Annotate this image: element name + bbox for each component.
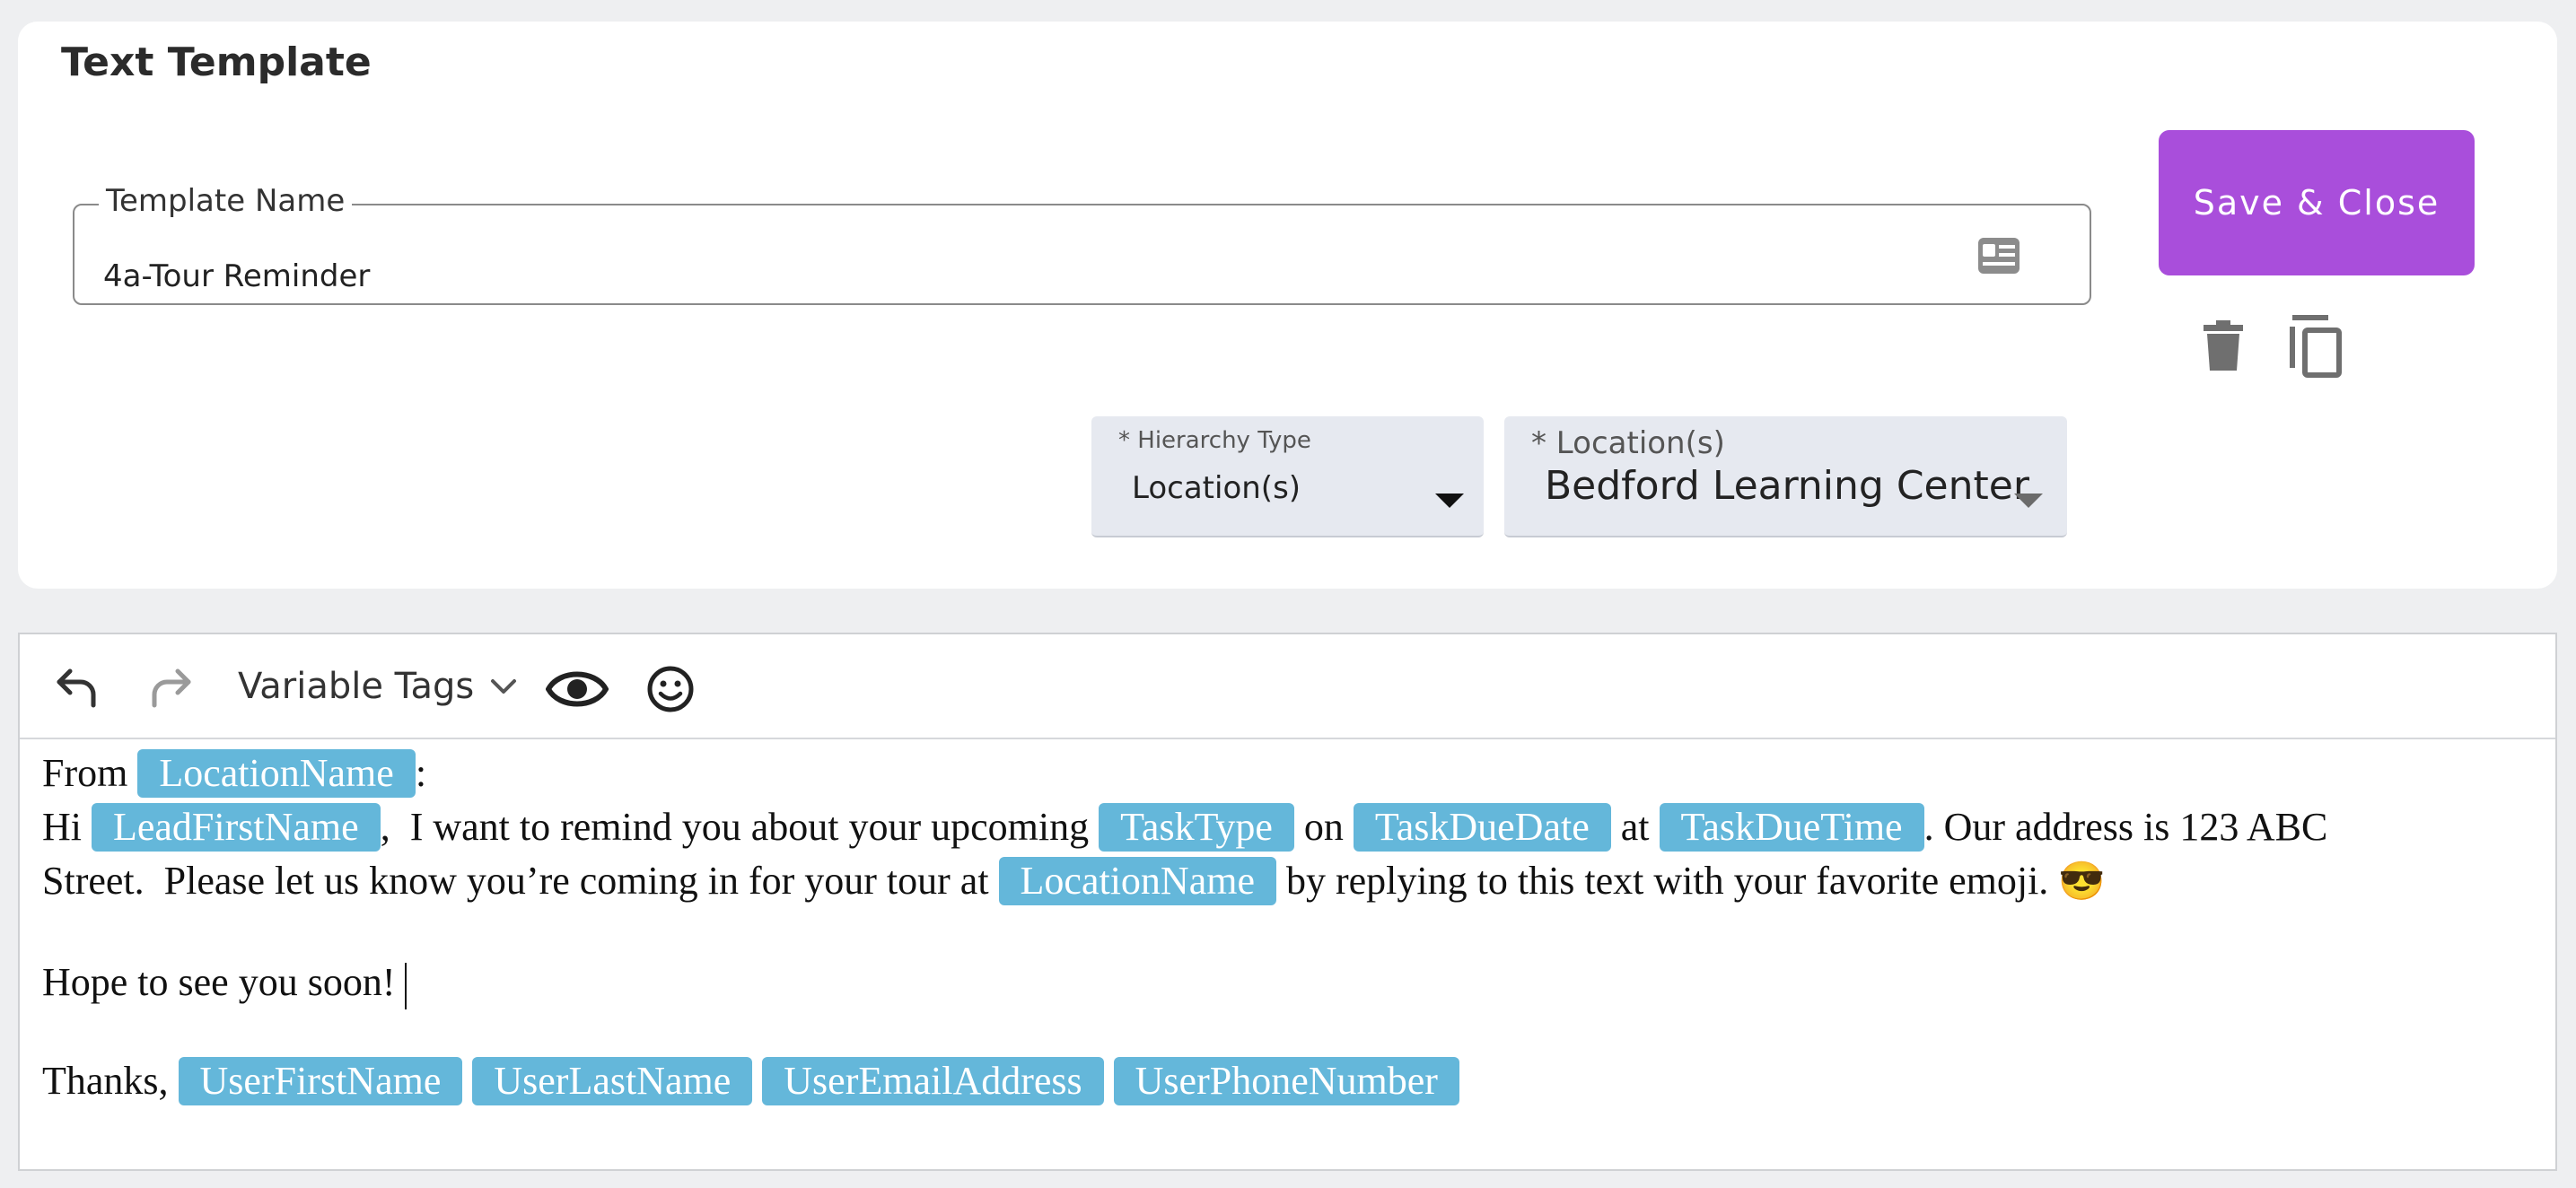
undo-icon[interactable]	[50, 664, 102, 716]
page-title: Text Template	[61, 39, 372, 85]
variable-tag[interactable]: UserFirstName	[178, 1057, 463, 1105]
sunglasses-emoji: 😎	[2058, 861, 2106, 903]
variable-tag[interactable]: UserEmailAddress	[762, 1057, 1104, 1105]
template-name-field[interactable]	[73, 204, 2091, 305]
variable-tag[interactable]: LocationName	[137, 749, 416, 798]
eye-icon[interactable]	[546, 664, 609, 714]
variable-tag[interactable]: TaskDueDate	[1353, 803, 1611, 852]
variable-tag[interactable]: UserPhoneNumber	[1113, 1057, 1459, 1105]
hierarchy-type-value: Location(s)	[1132, 470, 1301, 506]
locations-select[interactable]: * Location(s) Bedford Learning Center	[1504, 416, 2067, 537]
editor-toolbar: Variable Tags	[20, 634, 2555, 739]
redo-icon[interactable]	[145, 664, 197, 716]
message-text: , I want to remind you about your upcomi…	[380, 805, 1100, 849]
emoji-icon[interactable]	[646, 665, 695, 713]
template-name-input[interactable]: 4a-Tour Reminder	[103, 258, 370, 294]
message-text: :	[415, 751, 427, 795]
message-text: Hope to see you soon!	[42, 960, 396, 1004]
message-text: Hi	[42, 805, 92, 849]
message-line: Hi LeadFirstName, I want to remind you a…	[42, 800, 2537, 854]
message-line: Street. Please let us know you’re coming…	[42, 854, 2537, 909]
message-text: at	[1610, 805, 1660, 849]
variable-tag[interactable]: LocationName	[998, 857, 1276, 905]
message-editor[interactable]: Variable Tags From LocationName: Hi Lead…	[18, 633, 2557, 1171]
locations-label: * Location(s)	[1531, 425, 1725, 461]
trash-icon[interactable]	[2202, 320, 2245, 372]
message-text: by replying to this text with your favor…	[1276, 859, 2059, 903]
variable-tag[interactable]: TaskDueTime	[1659, 803, 1924, 852]
caret-down-icon	[2014, 494, 2043, 508]
locations-value: Bedford Learning Center	[1545, 463, 2029, 509]
template-name-label: Template Name	[99, 183, 353, 219]
message-text: From	[42, 751, 138, 795]
variable-tag[interactable]: TaskType	[1099, 803, 1294, 852]
message-line: Thanks, UserFirstName UserLastName UserE…	[42, 1054, 2537, 1108]
caret-down-icon	[1435, 494, 1464, 508]
message-line: Hope to see you soon!	[42, 956, 2537, 1009]
chevron-down-icon	[491, 679, 517, 694]
message-text: Street. Please let us know you’re coming…	[42, 859, 999, 903]
copy-icon[interactable]	[2289, 314, 2344, 379]
hierarchy-type-label: * Hierarchy Type	[1118, 427, 1311, 454]
variable-tags-dropdown[interactable]: Variable Tags	[238, 666, 517, 707]
save-close-button[interactable]: Save & Close	[2159, 130, 2475, 275]
variable-tag[interactable]: LeadFirstName	[92, 803, 381, 852]
text-cursor	[404, 962, 407, 1009]
message-line: From LocationName:	[42, 747, 2537, 800]
variable-tag[interactable]: UserLastName	[472, 1057, 753, 1105]
message-text: on	[1293, 805, 1354, 849]
hierarchy-type-select[interactable]: * Hierarchy Type Location(s)	[1091, 416, 1484, 537]
message-text: Thanks,	[42, 1059, 179, 1103]
contact-card-icon	[1978, 238, 2020, 274]
message-body[interactable]: From LocationName: Hi LeadFirstName, I w…	[42, 747, 2537, 1108]
template-card: Text Template Template Name 4a-Tour Remi…	[18, 22, 2557, 589]
message-text: . Our address is 123 ABC	[1923, 805, 2328, 849]
variable-tags-label: Variable Tags	[238, 666, 475, 707]
